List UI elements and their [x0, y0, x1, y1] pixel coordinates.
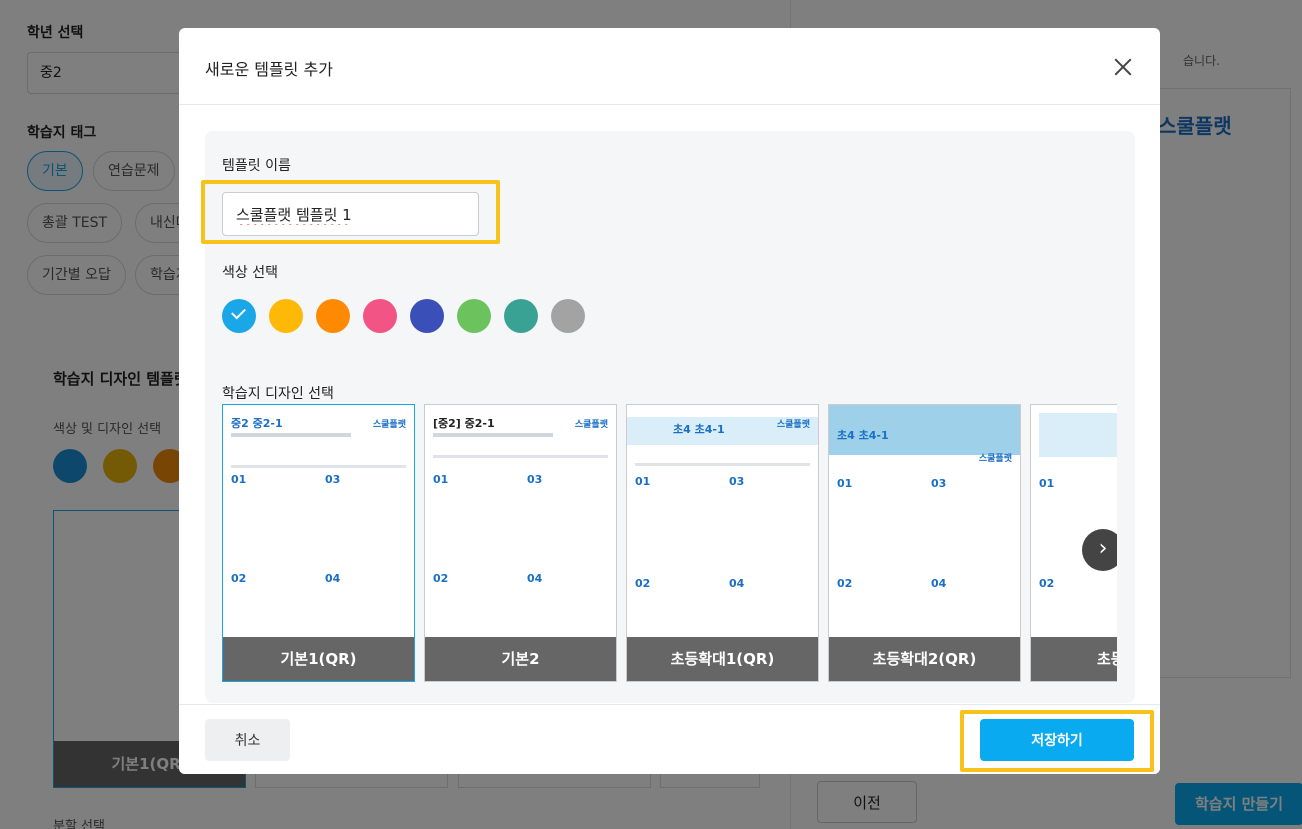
close-icon[interactable] [1112, 56, 1134, 78]
color-option-orange[interactable] [316, 299, 350, 333]
cancel-button[interactable]: 취소 [205, 719, 290, 761]
question-number: 02 [837, 577, 853, 590]
question-number: 02 [433, 572, 449, 585]
card-logo: 스쿨플랫 [776, 420, 810, 430]
question-number: 01 [231, 473, 247, 486]
design-card-caption: 초등확대1(QR) [627, 637, 818, 681]
design-card-elementary1-qr[interactable]: 초4 초4-1 스쿨플랫 01 03 02 04 초등확대1(QR) [626, 404, 819, 682]
design-card-basic1-qr[interactable]: 중2 중2-1 스쿨플랫 01 03 02 04 기본1(QR) [222, 404, 415, 682]
card-logo: 스쿨플랫 [574, 420, 608, 430]
chevron-right-icon: › [1098, 536, 1108, 561]
template-name-input[interactable] [222, 192, 479, 236]
modal-body-panel: 템플릿 이름 색상 선택 학습지 디자인 선택 중2 중2-1 스쿨플랫 01 … [201, 131, 1135, 703]
question-number: 03 [527, 473, 543, 486]
modal-title: 새로운 템플릿 추가 [205, 60, 333, 79]
color-option-sky-blue[interactable] [222, 299, 256, 333]
question-number: 03 [325, 473, 341, 486]
question-number: 01 [433, 473, 449, 486]
card-divider [635, 463, 810, 466]
question-number: 03 [729, 475, 745, 488]
design-card-caption: 기본2 [425, 637, 616, 681]
check-icon [231, 304, 246, 320]
save-button[interactable]: 저장하기 [980, 719, 1134, 761]
color-option-pink[interactable] [363, 299, 397, 333]
question-number: 04 [325, 572, 341, 585]
template-name-label: 템플릿 이름 [222, 158, 291, 174]
color-option-yellow[interactable] [269, 299, 303, 333]
card-subtitle-line [433, 433, 553, 437]
design-carousel: 중2 중2-1 스쿨플랫 01 03 02 04 기본1(QR) [중2] 중2… [222, 404, 1117, 684]
carousel-next-button[interactable]: › [1082, 529, 1117, 571]
card-divider [231, 465, 406, 468]
question-number: 02 [635, 577, 651, 590]
design-card-caption: 초등확대2(QR) [829, 637, 1020, 681]
modal-footer: 취소 저장하기 [179, 704, 1160, 774]
color-option-green[interactable] [457, 299, 491, 333]
question-number: 04 [527, 572, 543, 585]
card-logo: 스쿨플랫 [978, 454, 1012, 464]
card-logo: 스쿨플랫 [372, 420, 406, 430]
question-number: 02 [1039, 577, 1055, 590]
color-option-gray[interactable] [551, 299, 585, 333]
card-title: [중2] 중2-1 [433, 417, 495, 430]
card-title: 중2 중2-1 [231, 417, 283, 430]
question-number: 04 [931, 577, 947, 590]
color-option-teal[interactable] [504, 299, 538, 333]
card-header-band [1039, 413, 1117, 457]
design-select-label: 학습지 디자인 선택 [222, 386, 334, 402]
question-number: 04 [729, 577, 745, 590]
design-card-caption: 초등 [1031, 637, 1117, 681]
question-number: 03 [931, 477, 947, 490]
card-title: 초4 초4-1 [837, 429, 889, 442]
design-card-caption: 기본1(QR) [223, 637, 414, 681]
design-card-basic2[interactable]: [중2] 중2-1 스쿨플랫 01 03 02 04 기본2 [424, 404, 617, 682]
card-title: 초4 초4-1 [673, 423, 725, 436]
color-option-indigo[interactable] [410, 299, 444, 333]
card-subtitle-line [231, 433, 351, 437]
question-number: 01 [1039, 477, 1055, 490]
design-card-elementary2-qr[interactable]: 초4 초4-1 스쿨플랫 01 03 02 04 초등확대2(QR) [828, 404, 1021, 682]
question-number: 02 [231, 572, 247, 585]
question-number: 01 [837, 477, 853, 490]
card-divider [433, 455, 608, 458]
modal-header: 새로운 템플릿 추가 [179, 28, 1160, 105]
question-number: 01 [635, 475, 651, 488]
add-template-modal: 새로운 템플릿 추가 템플릿 이름 색상 선택 학습지 디자인 선택 중2 중2… [179, 28, 1160, 774]
color-select-label: 색상 선택 [222, 265, 278, 281]
